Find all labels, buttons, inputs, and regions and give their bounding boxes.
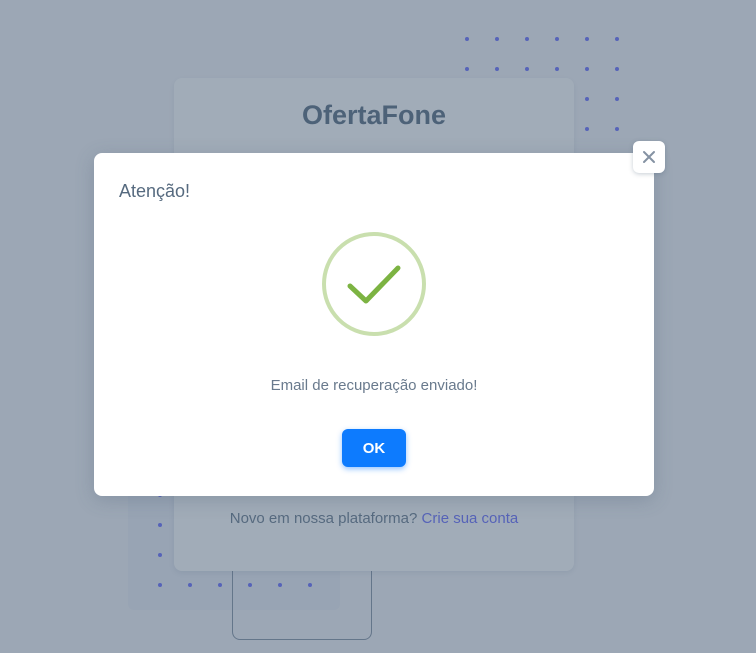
close-dialog-button[interactable] [633, 141, 665, 173]
close-icon [643, 151, 655, 163]
dialog-message: Email de recuperação enviado! [270, 377, 478, 394]
dialog-title: Atenção! [119, 181, 191, 201]
success-check-icon [321, 231, 427, 337]
ok-button[interactable]: OK [342, 429, 406, 467]
alert-dialog: Atenção! Email de recuperação enviado! O… [94, 153, 654, 496]
